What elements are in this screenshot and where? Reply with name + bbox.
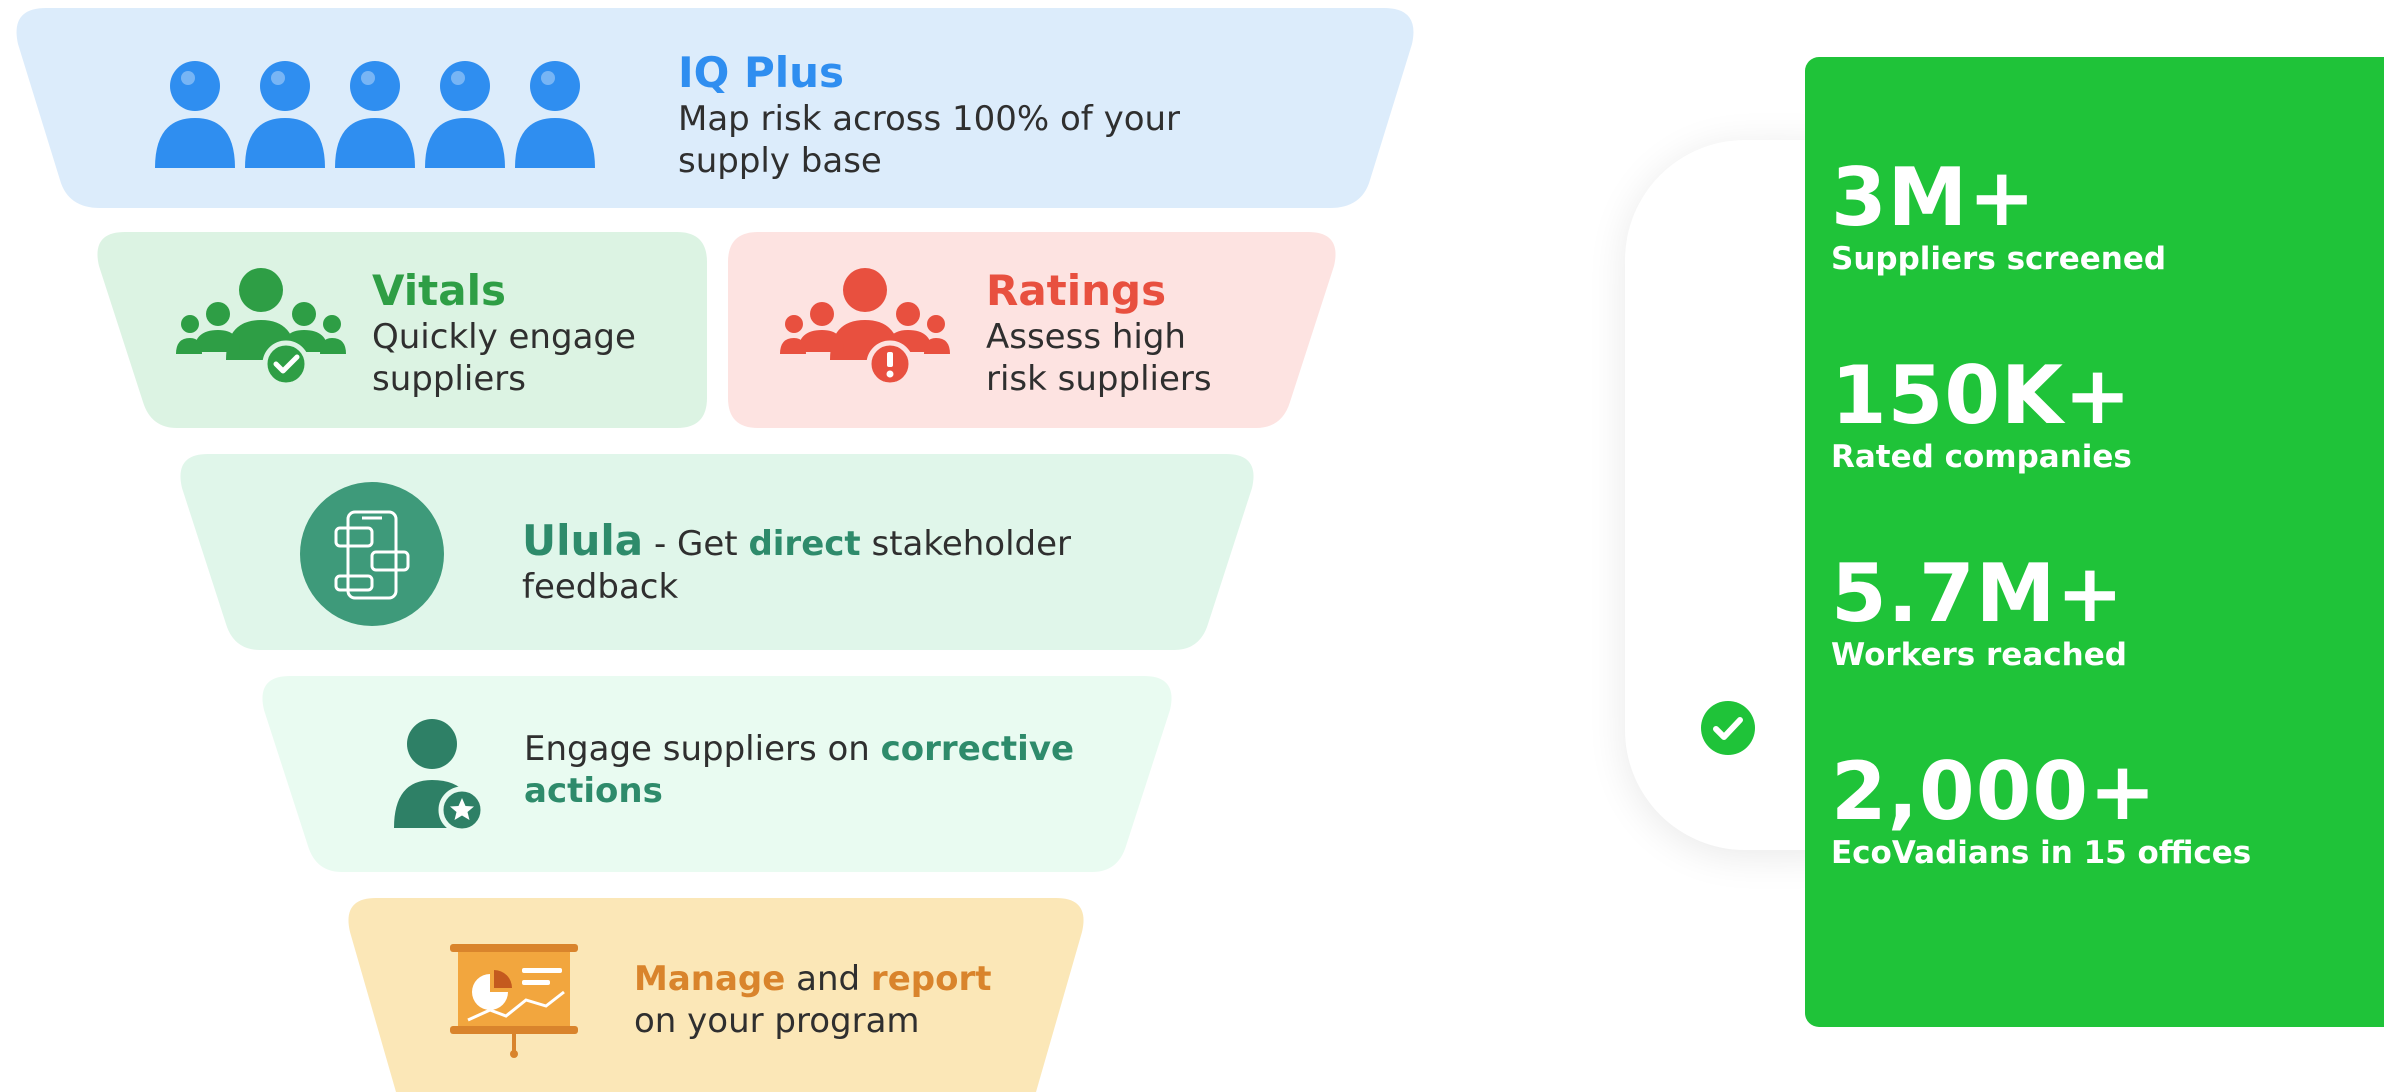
stat-ecovadians: 2,000+ EcoVadians in 15 offices	[1831, 745, 2252, 872]
vitals-title: Vitals	[372, 266, 506, 315]
supplier-group-alert-icon	[780, 268, 950, 392]
stat-label: EcoVadians in 15 offices	[1831, 835, 2252, 871]
ulula-desc-line2: feedback	[522, 567, 679, 607]
manage-line1: Manage and report	[634, 958, 991, 1000]
presentation-board-icon	[446, 940, 582, 1064]
stat-label: Rated companies	[1831, 439, 2132, 475]
ulula-bold-direct: direct	[748, 524, 861, 564]
stat-label: Suppliers screened	[1831, 241, 2167, 277]
ulula-title: Ulula	[522, 516, 644, 565]
feedback-chat-icon	[300, 482, 444, 630]
stat-suppliers: 3M+ Suppliers screened	[1831, 151, 2167, 278]
ulula-line1: Ulula - Get direct stakeholder	[522, 516, 1071, 569]
manage-bold: Manage	[634, 959, 786, 999]
stat-workers: 5.7M+ Workers reached	[1831, 547, 2127, 674]
user-star-icon	[390, 718, 486, 838]
ratings-desc-line1: Assess high	[986, 317, 1186, 357]
manage-desc-line2: on your program	[634, 1001, 920, 1041]
iq-plus-title: IQ Plus	[678, 48, 845, 97]
supplier-group-check-icon	[176, 268, 346, 392]
ratings-desc-line2: risk suppliers	[986, 359, 1212, 399]
manage-text-mid: and	[785, 959, 871, 999]
stat-rated: 150K+ Rated companies	[1831, 349, 2133, 476]
iq-plus-desc-line2: supply base	[678, 141, 882, 181]
corrective-actions: actions	[524, 771, 663, 811]
corrective-text-before: Engage suppliers on	[524, 729, 881, 769]
ulula-text-before: - Get	[643, 524, 749, 564]
corrective-line1: Engage suppliers on corrective	[524, 728, 1074, 770]
ratings-title: Ratings	[986, 266, 1167, 315]
corrective-bold: corrective	[880, 729, 1075, 769]
stat-value: 2,000+	[1831, 745, 2158, 838]
stat-value: 150K+	[1831, 349, 2133, 442]
check-circle-icon	[1700, 700, 1756, 760]
stat-value: 5.7M+	[1831, 547, 2125, 640]
ulula-text-after: stakeholder	[860, 524, 1072, 564]
people-group-icon	[150, 56, 600, 172]
vitals-desc-line2: suppliers	[372, 359, 526, 399]
stats-panel: 3M+ Suppliers screened 150K+ Rated compa…	[1805, 57, 2384, 1027]
report-bold: report	[870, 959, 992, 999]
stat-label: Workers reached	[1831, 637, 2127, 673]
stat-value: 3M+	[1831, 151, 2037, 244]
iq-plus-desc-line1: Map risk across 100% of your	[678, 99, 1181, 139]
vitals-desc-line1: Quickly engage	[372, 317, 636, 357]
